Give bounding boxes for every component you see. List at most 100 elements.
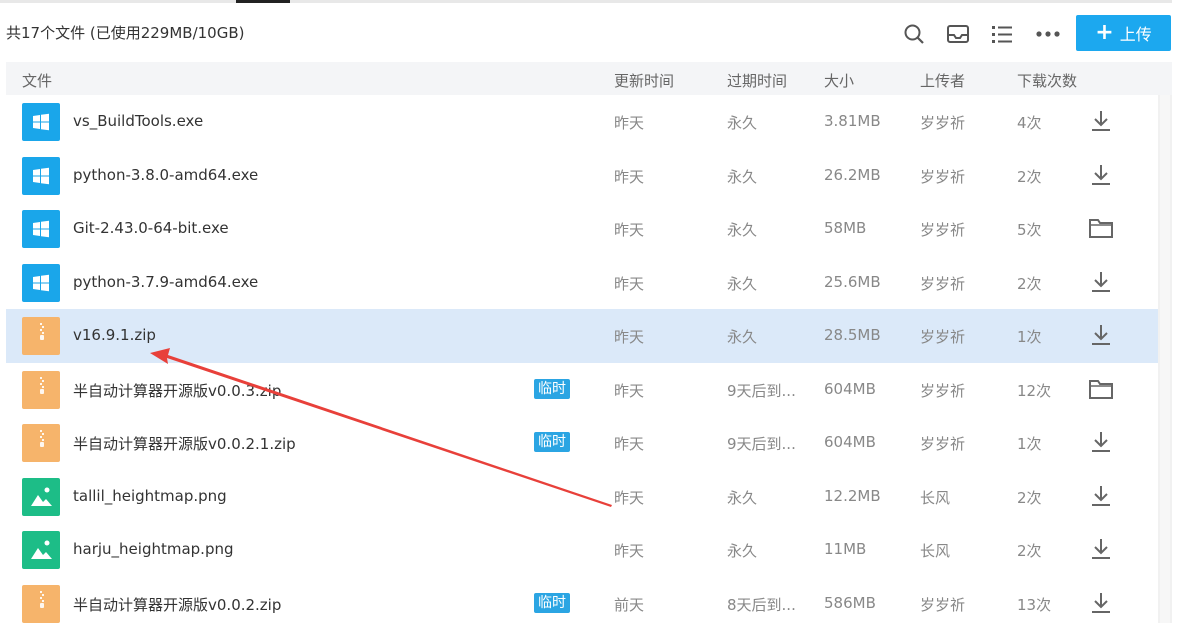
file-uploader: 岁岁祈 xyxy=(920,380,965,401)
file-uploader: 岁岁祈 xyxy=(920,594,965,615)
file-name[interactable]: python-3.8.0-amd64.exe xyxy=(73,166,258,184)
file-expires: 9天后到... xyxy=(727,433,796,454)
file-name[interactable]: Git-2.43.0-64-bit.exe xyxy=(73,219,229,237)
file-updated: 前天 xyxy=(614,594,644,615)
more-icon[interactable] xyxy=(1034,20,1062,48)
file-downloads: 13次 xyxy=(1017,594,1051,615)
file-name[interactable]: 半自动计算器开源版v0.0.3.zip xyxy=(73,380,281,401)
file-uploader: 岁岁祈 xyxy=(920,326,965,347)
file-row[interactable]: python-3.8.0-amd64.exe昨天永久26.2MB岁岁祈2次 xyxy=(6,149,1158,203)
file-size: 604MB xyxy=(824,380,876,398)
file-uploader: 岁岁祈 xyxy=(920,166,965,187)
file-uploader: 长风 xyxy=(920,540,950,561)
image-file-icon xyxy=(22,531,60,569)
window-edge xyxy=(1172,0,1186,623)
file-size: 58MB xyxy=(824,219,866,237)
zip-archive-icon xyxy=(22,371,60,409)
file-name[interactable]: tallil_heightmap.png xyxy=(73,487,227,505)
file-row[interactable]: vs_BuildTools.exe昨天永久3.81MB岁岁祈4次 xyxy=(6,95,1158,149)
file-row[interactable]: tallil_heightmap.png昨天永久12.2MB长风2次 xyxy=(6,470,1158,524)
file-downloads: 2次 xyxy=(1017,166,1042,187)
temporary-badge: 临时 xyxy=(534,432,570,452)
search-icon[interactable] xyxy=(900,20,928,48)
file-name[interactable]: vs_BuildTools.exe xyxy=(73,112,203,130)
download-icon[interactable] xyxy=(1088,483,1114,509)
file-size: 28.5MB xyxy=(824,326,881,344)
file-size: 604MB xyxy=(824,433,876,451)
windows-app-icon xyxy=(22,103,60,141)
file-row[interactable]: v16.9.1.zip 昨天 永久 28.5MB 岁岁祈 1次 xyxy=(6,309,1158,363)
file-row[interactable]: harju_heightmap.png 昨天 永久 11MB 长风 2次 xyxy=(6,523,1158,577)
file-downloads: 4次 xyxy=(1017,112,1042,133)
download-icon[interactable] xyxy=(1088,429,1114,455)
download-icon[interactable] xyxy=(1088,108,1114,134)
file-size: 12.2MB xyxy=(824,487,881,505)
column-header-downloads[interactable]: 下载次数 xyxy=(1017,70,1077,91)
file-updated: 昨天 xyxy=(614,380,644,401)
download-icon[interactable] xyxy=(1088,162,1114,188)
image-file-icon xyxy=(22,478,60,516)
file-row[interactable]: Git-2.43.0-64-bit.exe昨天永久58MB岁岁祈5次 xyxy=(6,202,1158,256)
file-size: 11MB xyxy=(824,540,866,558)
file-size: 3.81MB xyxy=(824,112,881,130)
upload-button-label: 上传 xyxy=(1120,21,1152,45)
folder-icon[interactable] xyxy=(1088,215,1114,241)
plus-icon: + xyxy=(1095,22,1113,44)
column-header-file[interactable]: 文件 xyxy=(22,70,52,91)
file-downloads: 1次 xyxy=(1017,326,1042,347)
column-header-uploader[interactable]: 上传者 xyxy=(920,70,965,91)
file-name[interactable]: harju_heightmap.png xyxy=(73,540,234,558)
file-expires: 永久 xyxy=(727,273,757,294)
column-header-updated[interactable]: 更新时间 xyxy=(614,70,674,91)
file-name[interactable]: python-3.7.9-amd64.exe xyxy=(73,273,258,291)
file-expires: 永久 xyxy=(727,219,757,240)
file-downloads: 5次 xyxy=(1017,219,1042,240)
temporary-badge: 临时 xyxy=(534,593,570,613)
file-list: vs_BuildTools.exe昨天永久3.81MB岁岁祈4次python-3… xyxy=(6,95,1158,630)
column-header-expires[interactable]: 过期时间 xyxy=(727,70,787,91)
windows-app-icon xyxy=(22,264,60,302)
file-name[interactable]: 半自动计算器开源版v0.0.2.zip xyxy=(73,594,281,615)
column-header-size[interactable]: 大小 xyxy=(824,70,854,91)
file-row[interactable]: python-3.7.9-amd64.exe昨天永久25.6MB岁岁祈2次 xyxy=(6,256,1158,310)
scrollbar[interactable] xyxy=(1158,95,1172,623)
download-icon[interactable] xyxy=(1088,322,1114,348)
temporary-badge: 临时 xyxy=(534,379,570,399)
file-name[interactable]: 半自动计算器开源版v0.0.2.1.zip xyxy=(73,433,296,454)
file-row[interactable]: 半自动计算器开源版v0.0.3.zip 临时 昨天 9天后到... 604MB 岁岁祈 12… xyxy=(6,363,1158,417)
zip-archive-icon xyxy=(22,424,60,462)
zip-archive-icon xyxy=(22,317,60,355)
list-view-icon[interactable] xyxy=(988,20,1016,48)
file-downloads: 12次 xyxy=(1017,380,1051,401)
top-tab-strip xyxy=(0,0,1186,3)
file-downloads: 2次 xyxy=(1017,540,1042,561)
upload-button[interactable]: + 上传 xyxy=(1076,15,1171,51)
file-row[interactable]: 半自动计算器开源版v0.0.2.zip临时前天8天后到...586MB岁岁祈13… xyxy=(6,577,1158,630)
scrollbar-thumb[interactable] xyxy=(1160,95,1170,623)
file-uploader: 岁岁祈 xyxy=(920,112,965,133)
download-icon[interactable] xyxy=(1088,536,1114,562)
download-icon[interactable] xyxy=(1088,590,1114,616)
file-downloads: 2次 xyxy=(1017,273,1042,294)
file-expires: 8天后到... xyxy=(727,594,796,615)
windows-app-icon xyxy=(22,210,60,248)
file-expires: 永久 xyxy=(727,326,757,347)
file-expires: 9天后到... xyxy=(727,380,796,401)
file-expires: 永久 xyxy=(727,540,757,561)
inbox-icon[interactable] xyxy=(944,20,972,48)
download-icon[interactable] xyxy=(1088,269,1114,295)
file-uploader: 岁岁祈 xyxy=(920,433,965,454)
file-updated: 昨天 xyxy=(614,166,644,187)
file-expires: 永久 xyxy=(727,487,757,508)
zip-archive-icon xyxy=(22,585,60,623)
file-uploader: 长风 xyxy=(920,487,950,508)
file-updated: 昨天 xyxy=(614,540,644,561)
file-name[interactable]: v16.9.1.zip xyxy=(73,326,156,344)
file-row[interactable]: 半自动计算器开源版v0.0.2.1.zip临时昨天9天后到...604MB岁岁祈… xyxy=(6,416,1158,470)
file-table-header: 文件 更新时间 过期时间 大小 上传者 下载次数 xyxy=(6,62,1172,95)
file-updated: 昨天 xyxy=(614,273,644,294)
file-updated: 昨天 xyxy=(614,219,644,240)
file-downloads: 2次 xyxy=(1017,487,1042,508)
folder-icon[interactable] xyxy=(1088,376,1114,402)
file-updated: 昨天 xyxy=(614,326,644,347)
